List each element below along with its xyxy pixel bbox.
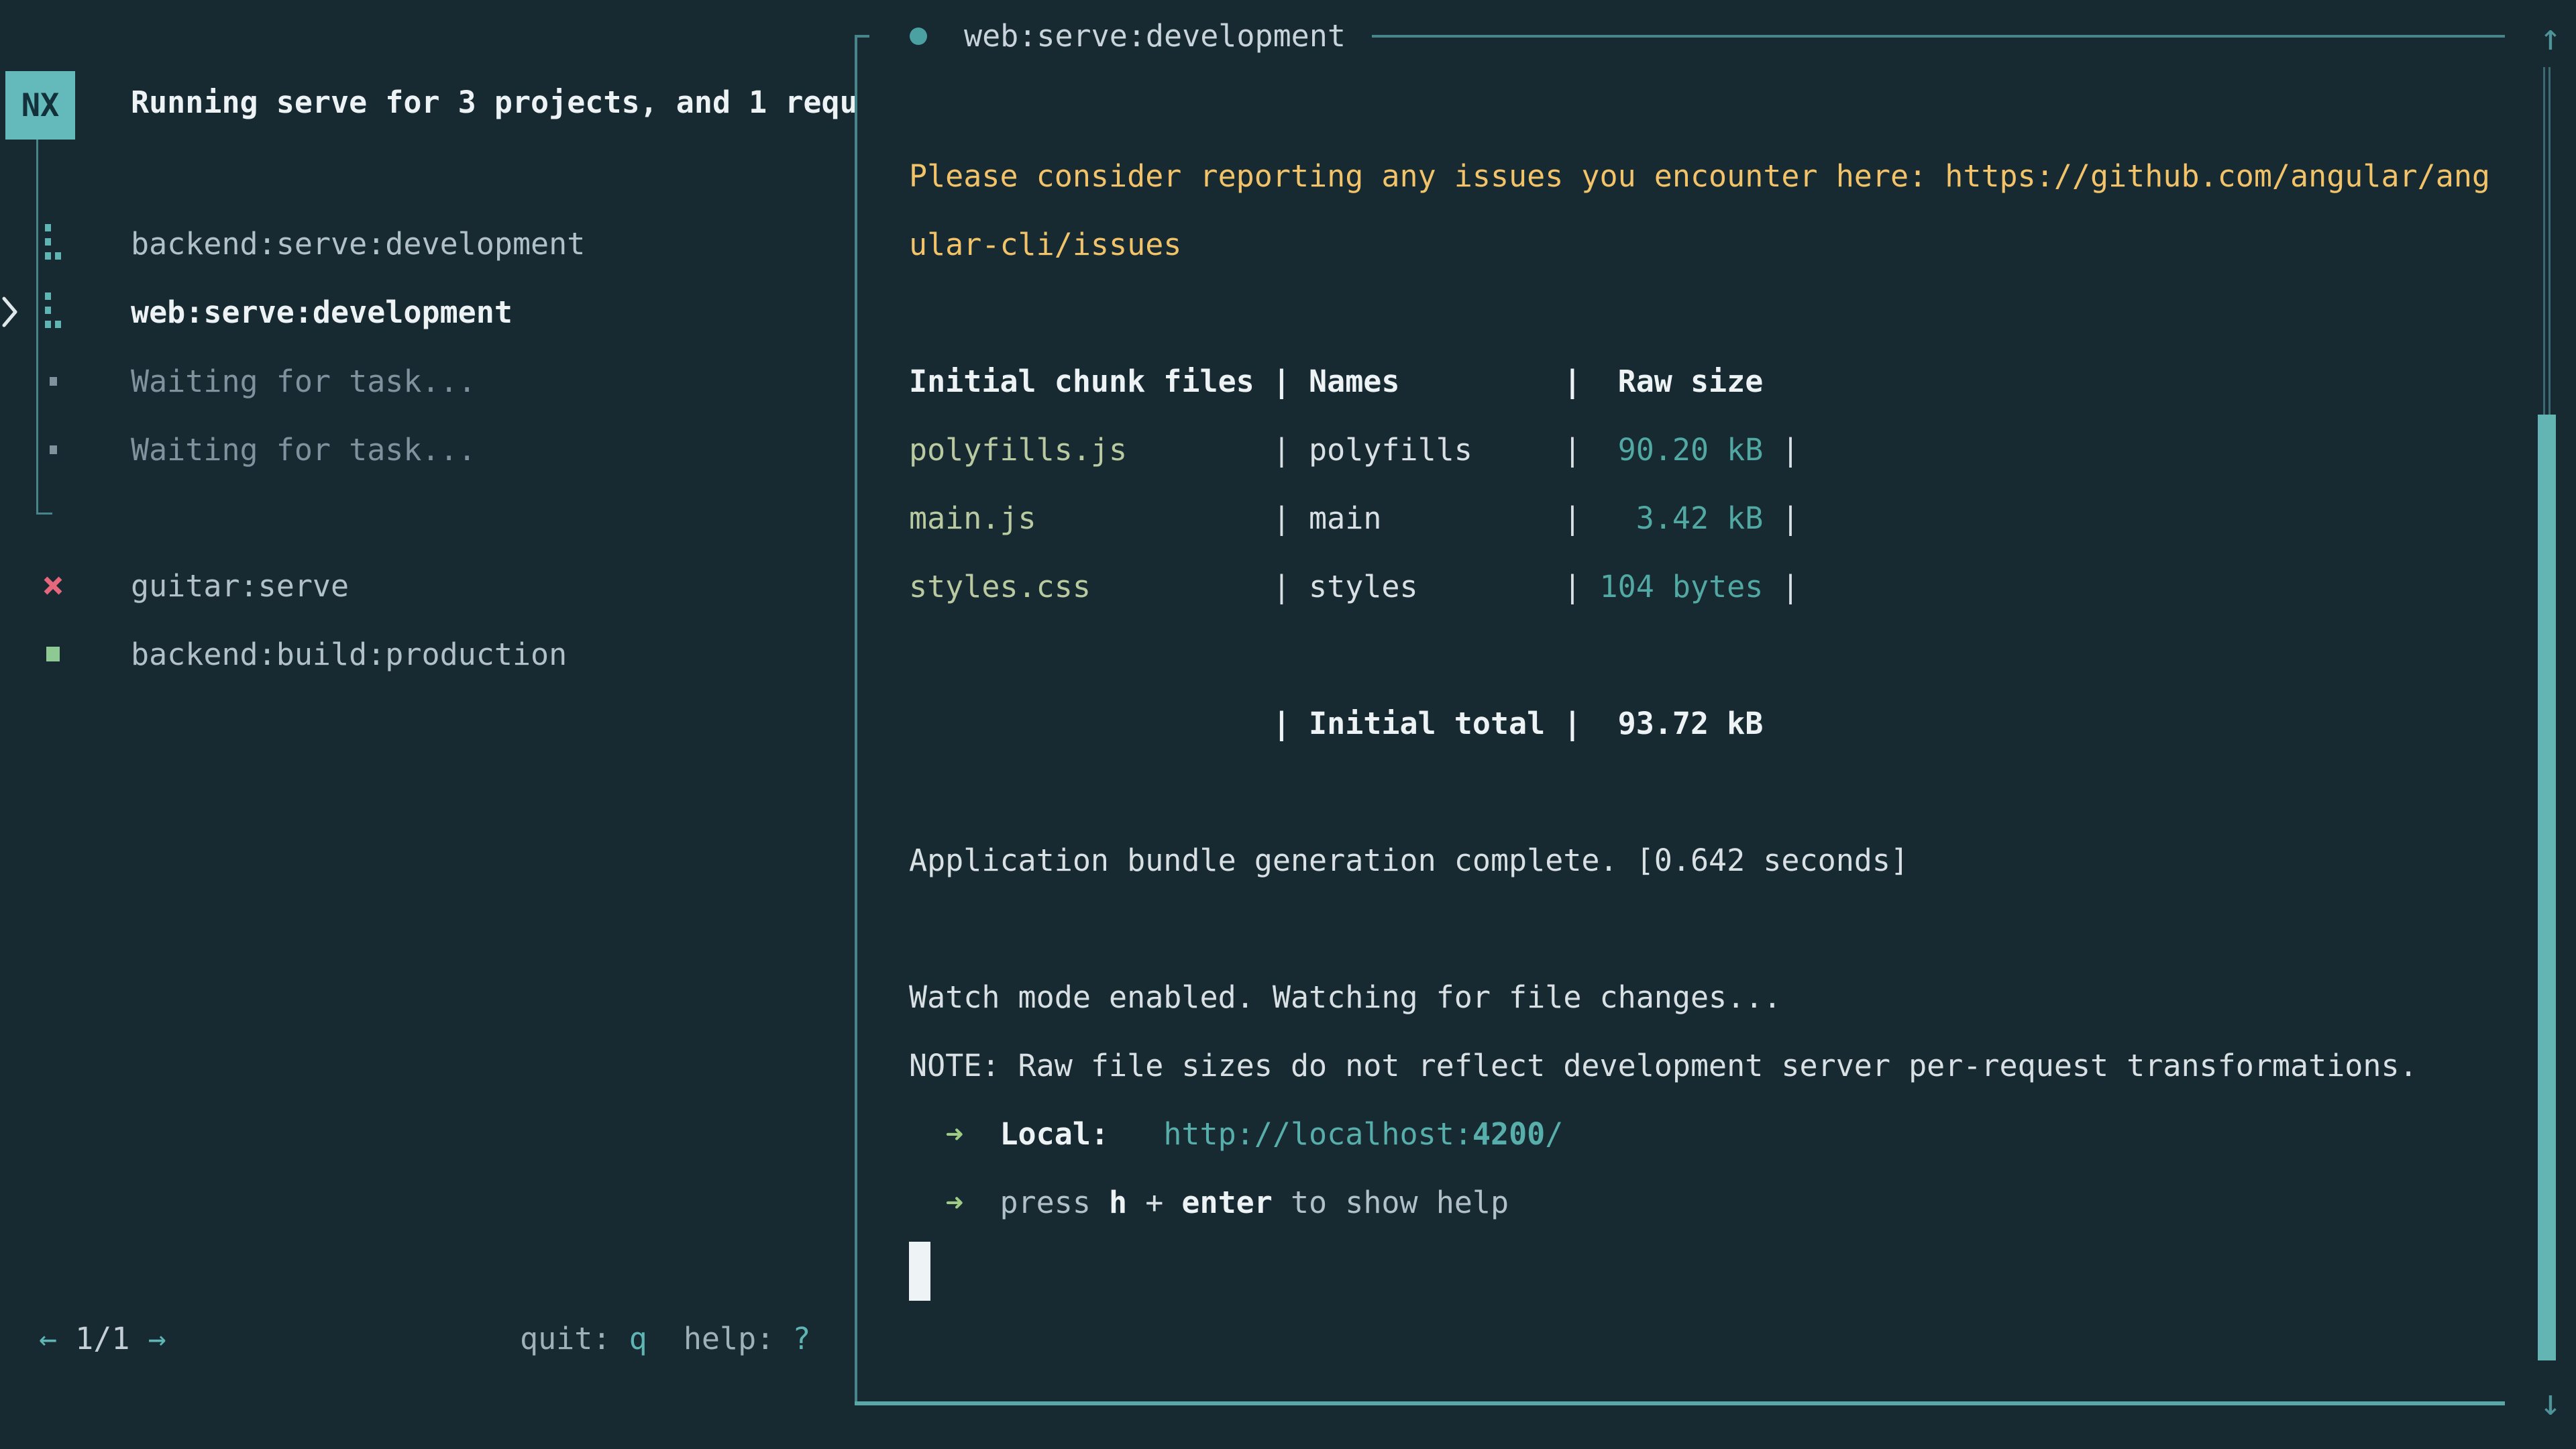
page-indicator: 1/1: [57, 1321, 148, 1356]
task-row-selected[interactable]: web:serve:development: [0, 278, 851, 346]
chunk-row-tail: |: [1763, 500, 1799, 536]
task-label: Waiting for task...: [131, 415, 476, 484]
spinner-icon: [38, 278, 68, 346]
help-key: ?: [792, 1321, 810, 1356]
task-label: web:serve:development: [131, 278, 513, 346]
total-lead: |: [909, 706, 1309, 741]
scrollbar-thumb[interactable]: [2538, 415, 2556, 1360]
chunk-size: 90.20 kB: [1600, 432, 1764, 468]
chunk-table-row: main.js | main | 3.42 kB |: [909, 484, 1800, 552]
chunk-name: | polyfills |: [1127, 432, 1599, 468]
bundle-complete-line: Application bundle generation complete. …: [909, 826, 1909, 894]
error-x-icon: [38, 551, 68, 620]
chunk-table-header: Initial chunk files | Names | Raw size: [909, 347, 1763, 415]
waiting-dot-icon: [38, 347, 68, 415]
issue-notice-line1: Please consider reporting any issues you…: [909, 142, 2490, 210]
chunk-name: | main |: [1036, 500, 1600, 536]
quit-label: quit:: [520, 1321, 629, 1356]
app-title: Running serve for 3 projects, and 1 requ: [131, 68, 858, 136]
chunk-table-total-row: | Initial total | 93.72 kB: [909, 689, 1763, 757]
nx-terminal-ui: NX Running serve for 3 projects, and 1 r…: [0, 0, 2576, 1449]
total-sep: |: [1545, 706, 1599, 741]
local-lead: [909, 1116, 945, 1152]
panel-border-bottom: [855, 1401, 2505, 1405]
terminal-cursor: [909, 1242, 930, 1301]
chunk-row-tail: |: [1763, 569, 1799, 604]
page-next-arrow[interactable]: →: [148, 1321, 166, 1356]
total-value: 93.72 kB: [1600, 706, 1764, 741]
chunk-table-row: polyfills.js | polyfills | 90.20 kB |: [909, 415, 1800, 484]
total-label: Initial total: [1309, 706, 1545, 741]
task-label: backend:build:production: [131, 620, 567, 688]
chunk-size: 104 bytes: [1600, 569, 1764, 604]
help-lead: [909, 1185, 945, 1220]
help-post: to show help: [1273, 1185, 1509, 1220]
task-label: Waiting for task...: [131, 347, 476, 415]
task-row[interactable]: Waiting for task...: [0, 347, 851, 415]
local-url[interactable]: http://localhost:4200/: [1163, 1116, 1563, 1152]
task-pagination: ← 1/1 →: [39, 1304, 166, 1373]
chunk-name: | styles |: [1091, 569, 1600, 604]
waiting-dot-icon: [38, 415, 68, 484]
note-line: NOTE: Raw file sizes do not reflect deve…: [909, 1031, 2418, 1099]
nx-logo: NX: [5, 71, 75, 140]
help-key-h: h: [1109, 1185, 1127, 1220]
page-prev-arrow[interactable]: ←: [39, 1321, 57, 1356]
chevron-right-icon: [1, 296, 19, 328]
spinner-icon: [38, 209, 68, 278]
panel-border-top: [1372, 35, 2505, 38]
chunk-file: polyfills.js: [909, 432, 1127, 468]
help-key-enter: enter: [1181, 1185, 1272, 1220]
local-gap2: [1109, 1116, 1163, 1152]
quit-key: q: [629, 1321, 647, 1356]
chunk-file: styles.css: [909, 569, 1091, 604]
task-row[interactable]: Waiting for task...: [0, 415, 851, 484]
local-gap: [963, 1116, 1000, 1152]
help-hint-line: ➜ press h + enter to show help: [909, 1168, 1509, 1236]
chunk-file: main.js: [909, 500, 1036, 536]
task-row[interactable]: backend:serve:development: [0, 209, 851, 278]
arrow-right-icon: ➜: [945, 1116, 963, 1152]
arrow-right-icon: ➜: [945, 1185, 963, 1220]
task-row[interactable]: guitar:serve: [0, 551, 851, 620]
chunk-size: 3.42 kB: [1600, 500, 1764, 536]
nx-logo-text: NX: [21, 87, 60, 124]
scroll-down-arrow-icon[interactable]: ↓: [2525, 1372, 2576, 1432]
chunk-table-row: styles.css | styles | 104 bytes |: [909, 552, 1800, 621]
help-plus: +: [1127, 1185, 1181, 1220]
scroll-up-arrow-icon[interactable]: ↑: [2525, 7, 2576, 67]
help-gap: [963, 1185, 1000, 1220]
task-label: backend:serve:development: [131, 209, 585, 278]
chunk-row-tail: |: [1763, 432, 1799, 468]
task-tree-corner: [36, 513, 52, 515]
shortcut-hints: quit: q help: ?: [520, 1304, 811, 1373]
local-url-line: ➜ Local: http://localhost:4200/: [909, 1099, 1563, 1168]
task-label: guitar:serve: [131, 551, 349, 620]
url-port: 4200: [1472, 1116, 1545, 1152]
watch-mode-line: Watch mode enabled. Watching for file ch…: [909, 963, 1781, 1031]
running-bullet-icon: [910, 28, 927, 45]
shortcut-spacer: [647, 1321, 684, 1356]
local-label: Local:: [1000, 1116, 1109, 1152]
url-suffix: /: [1545, 1116, 1563, 1152]
panel-title: web:serve:development: [964, 1, 1346, 70]
help-label: help:: [684, 1321, 793, 1356]
panel-border-left: [855, 35, 857, 1405]
success-square-icon: [38, 620, 68, 688]
task-row[interactable]: backend:build:production: [0, 620, 851, 688]
url-prefix: http://localhost:: [1163, 1116, 1472, 1152]
scrollbar-track[interactable]: [2543, 67, 2551, 415]
issue-notice-line2: ular-cli/issues: [909, 210, 1181, 278]
help-pre: press: [1000, 1185, 1109, 1220]
